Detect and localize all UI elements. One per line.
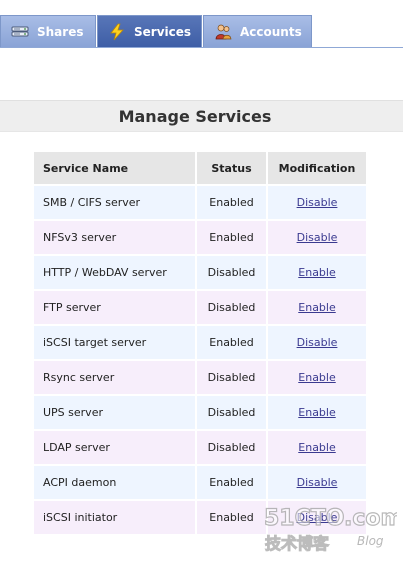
modification-cell: Disable	[268, 221, 366, 254]
tab-services-label: Services	[134, 24, 192, 39]
service-name: SMB / CIFS server	[34, 186, 195, 219]
enable-link[interactable]: Enable	[298, 406, 335, 419]
service-name: NFSv3 server	[34, 221, 195, 254]
service-status: Enabled	[197, 501, 266, 534]
service-name: HTTP / WebDAV server	[34, 256, 195, 289]
service-name: iSCSI initiator	[34, 501, 195, 534]
column-header-service-name: Service Name	[34, 152, 195, 184]
page-title: Manage Services	[118, 107, 272, 126]
column-header-status: Status	[197, 152, 266, 184]
watermark-blog: Blog	[357, 534, 384, 548]
tab-services[interactable]: Services	[97, 15, 202, 47]
disable-link[interactable]: Disable	[297, 476, 338, 489]
tab-shares[interactable]: Shares	[0, 15, 96, 47]
disable-link[interactable]: Disable	[297, 336, 338, 349]
section-header: Manage Services	[0, 100, 403, 132]
service-status: Disabled	[197, 361, 266, 394]
disable-link[interactable]: Disable	[297, 511, 338, 524]
modification-cell: Enable	[268, 361, 366, 394]
service-name: LDAP server	[34, 431, 195, 464]
service-status: Disabled	[197, 256, 266, 289]
disable-link[interactable]: Disable	[297, 196, 338, 209]
service-status: Disabled	[197, 291, 266, 324]
modification-cell: Disable	[268, 186, 366, 219]
drive-icon	[11, 23, 29, 41]
modification-cell: Enable	[268, 256, 366, 289]
service-status: Enabled	[197, 326, 266, 359]
table-row: ACPI daemon Enabled Disable	[34, 466, 366, 499]
service-status: Enabled	[197, 186, 266, 219]
service-status: Enabled	[197, 466, 266, 499]
watermark-subtitle: 技术博客	[265, 534, 330, 553]
modification-cell: Disable	[268, 501, 366, 534]
modification-cell: Disable	[268, 466, 366, 499]
tab-accounts[interactable]: Accounts	[203, 15, 312, 47]
table-row: Rsync server Disabled Enable	[34, 361, 366, 394]
column-header-modification: Modification	[268, 152, 366, 184]
modification-cell: Enable	[268, 291, 366, 324]
service-name: UPS server	[34, 396, 195, 429]
table-row: NFSv3 server Enabled Disable	[34, 221, 366, 254]
enable-link[interactable]: Enable	[298, 371, 335, 384]
tab-shares-label: Shares	[37, 24, 84, 39]
service-name: ACPI daemon	[34, 466, 195, 499]
service-name: Rsync server	[34, 361, 195, 394]
enable-link[interactable]: Enable	[298, 266, 335, 279]
modification-cell: Enable	[268, 431, 366, 464]
table-row: iSCSI target server Enabled Disable	[34, 326, 366, 359]
service-status: Enabled	[197, 221, 266, 254]
service-status: Disabled	[197, 396, 266, 429]
tab-accounts-label: Accounts	[240, 24, 302, 39]
enable-link[interactable]: Enable	[298, 441, 335, 454]
page: Shares Services Accounts Manage Services…	[0, 0, 403, 568]
service-status: Disabled	[197, 431, 266, 464]
table-row: FTP server Disabled Enable	[34, 291, 366, 324]
table-row: SMB / CIFS server Enabled Disable	[34, 186, 366, 219]
modification-cell: Disable	[268, 326, 366, 359]
table-row: HTTP / WebDAV server Disabled Enable	[34, 256, 366, 289]
table-row: UPS server Disabled Enable	[34, 396, 366, 429]
table-row: LDAP server Disabled Enable	[34, 431, 366, 464]
main-tab-bar: Shares Services Accounts	[0, 15, 403, 48]
enable-link[interactable]: Enable	[298, 301, 335, 314]
table-row: iSCSI initiator Enabled Disable	[34, 501, 366, 534]
tab-bar-divider	[0, 47, 403, 48]
modification-cell: Enable	[268, 396, 366, 429]
services-table: Service Name Status Modification SMB / C…	[32, 150, 368, 536]
users-icon	[214, 23, 232, 41]
table-header-row: Service Name Status Modification	[34, 152, 366, 184]
lightning-icon	[108, 23, 126, 41]
disable-link[interactable]: Disable	[297, 231, 338, 244]
service-name: FTP server	[34, 291, 195, 324]
service-name: iSCSI target server	[34, 326, 195, 359]
